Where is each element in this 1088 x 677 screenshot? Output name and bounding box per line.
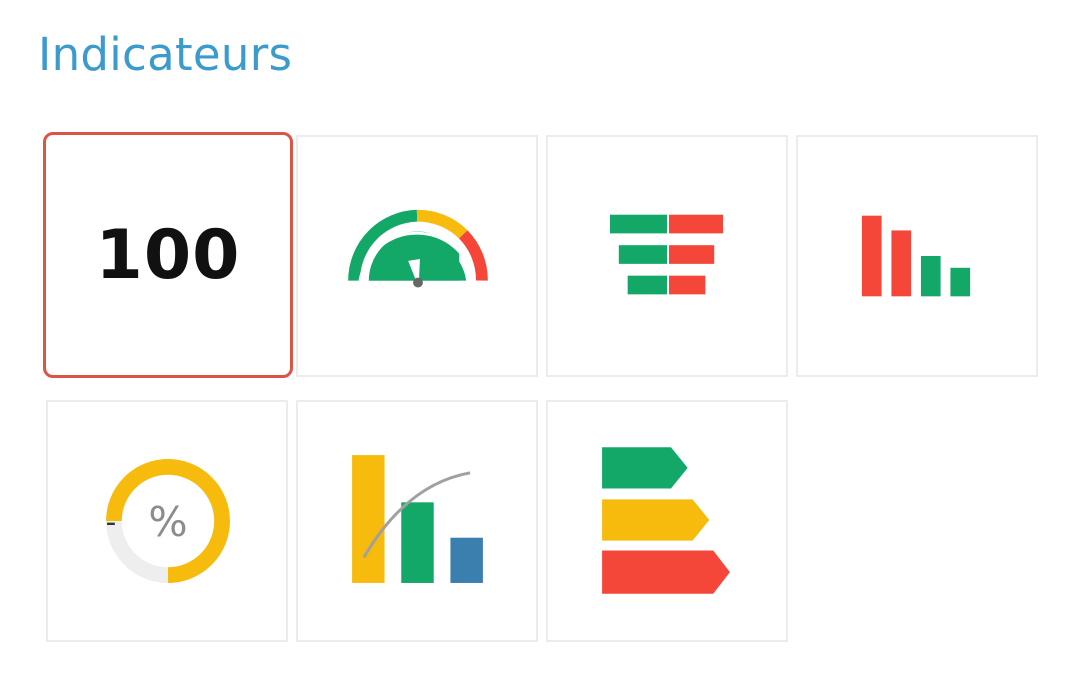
pareto-chart-icon	[352, 455, 483, 583]
ranked-bars-icon	[861, 215, 971, 297]
gauge-icon	[348, 209, 488, 288]
indicator-tile-energy-label[interactable]	[546, 400, 788, 642]
donut-percent-icon: % -	[106, 459, 230, 583]
indicator-tile-pareto[interactable]	[296, 400, 538, 642]
percent-symbol: %	[148, 498, 187, 546]
indicator-tile-gauge[interactable]	[296, 135, 538, 377]
dash-label: -	[106, 505, 117, 539]
section-title: Indicateurs	[38, 28, 293, 81]
indicator-tile-diverging-bars[interactable]	[546, 135, 788, 377]
energy-rating-icon	[602, 447, 730, 594]
indicator-tile-donut-percent[interactable]: % -	[46, 400, 288, 642]
indicator-tile-number[interactable]: 100	[43, 132, 293, 378]
diverging-bars-icon	[609, 214, 724, 295]
number-value-icon: 100	[95, 215, 241, 295]
indicators-panel: Indicateurs 100 % -	[0, 0, 1088, 677]
indicator-tile-ranked-bars[interactable]	[796, 135, 1038, 377]
